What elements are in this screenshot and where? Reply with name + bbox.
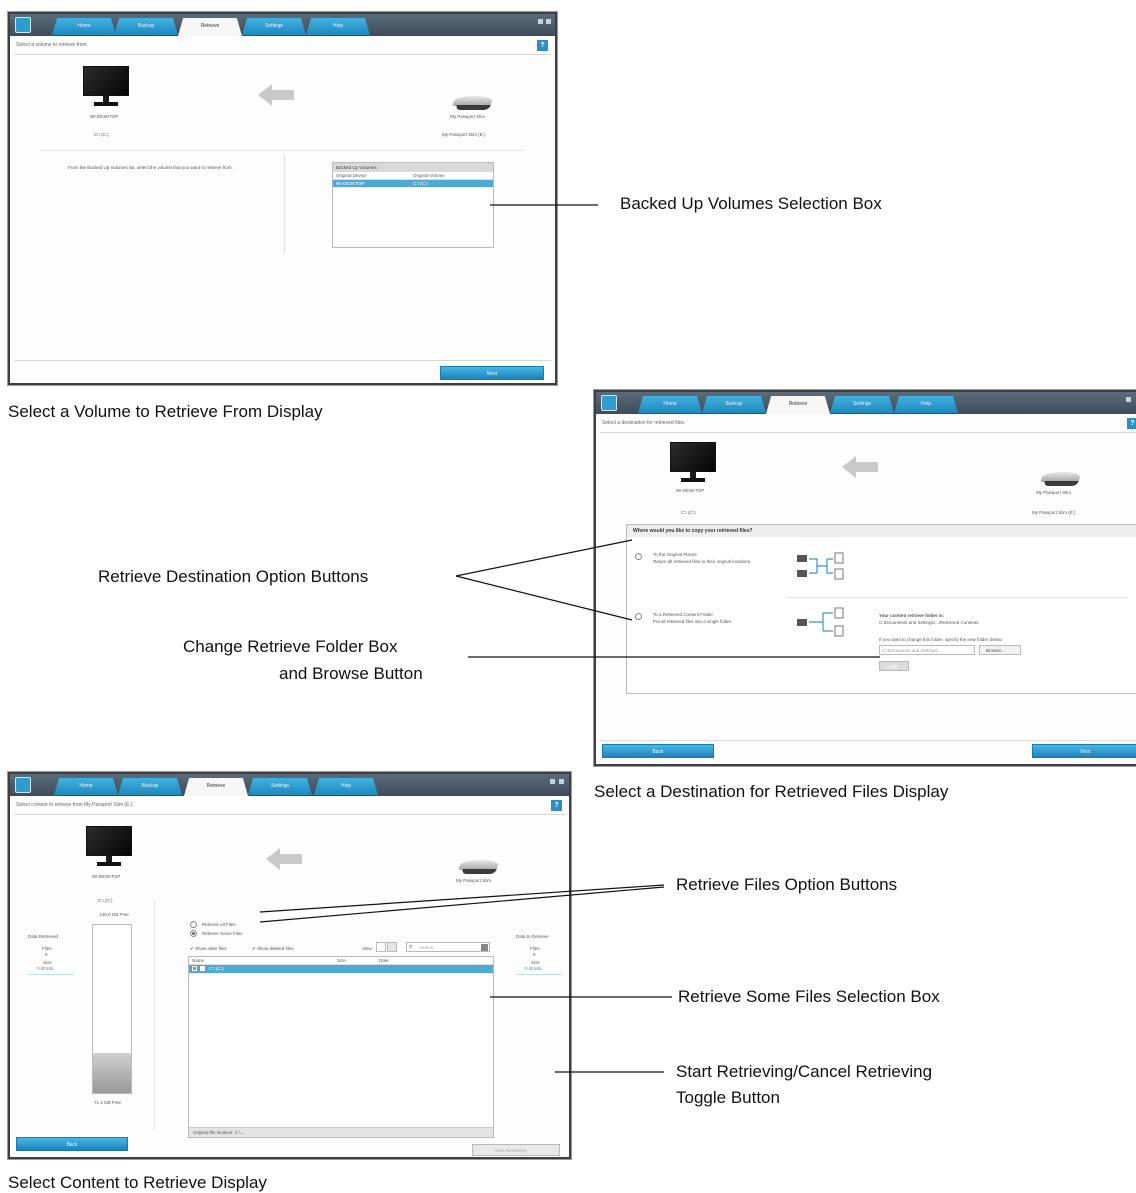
callout-leader-lines: [259, 204, 880, 1073]
